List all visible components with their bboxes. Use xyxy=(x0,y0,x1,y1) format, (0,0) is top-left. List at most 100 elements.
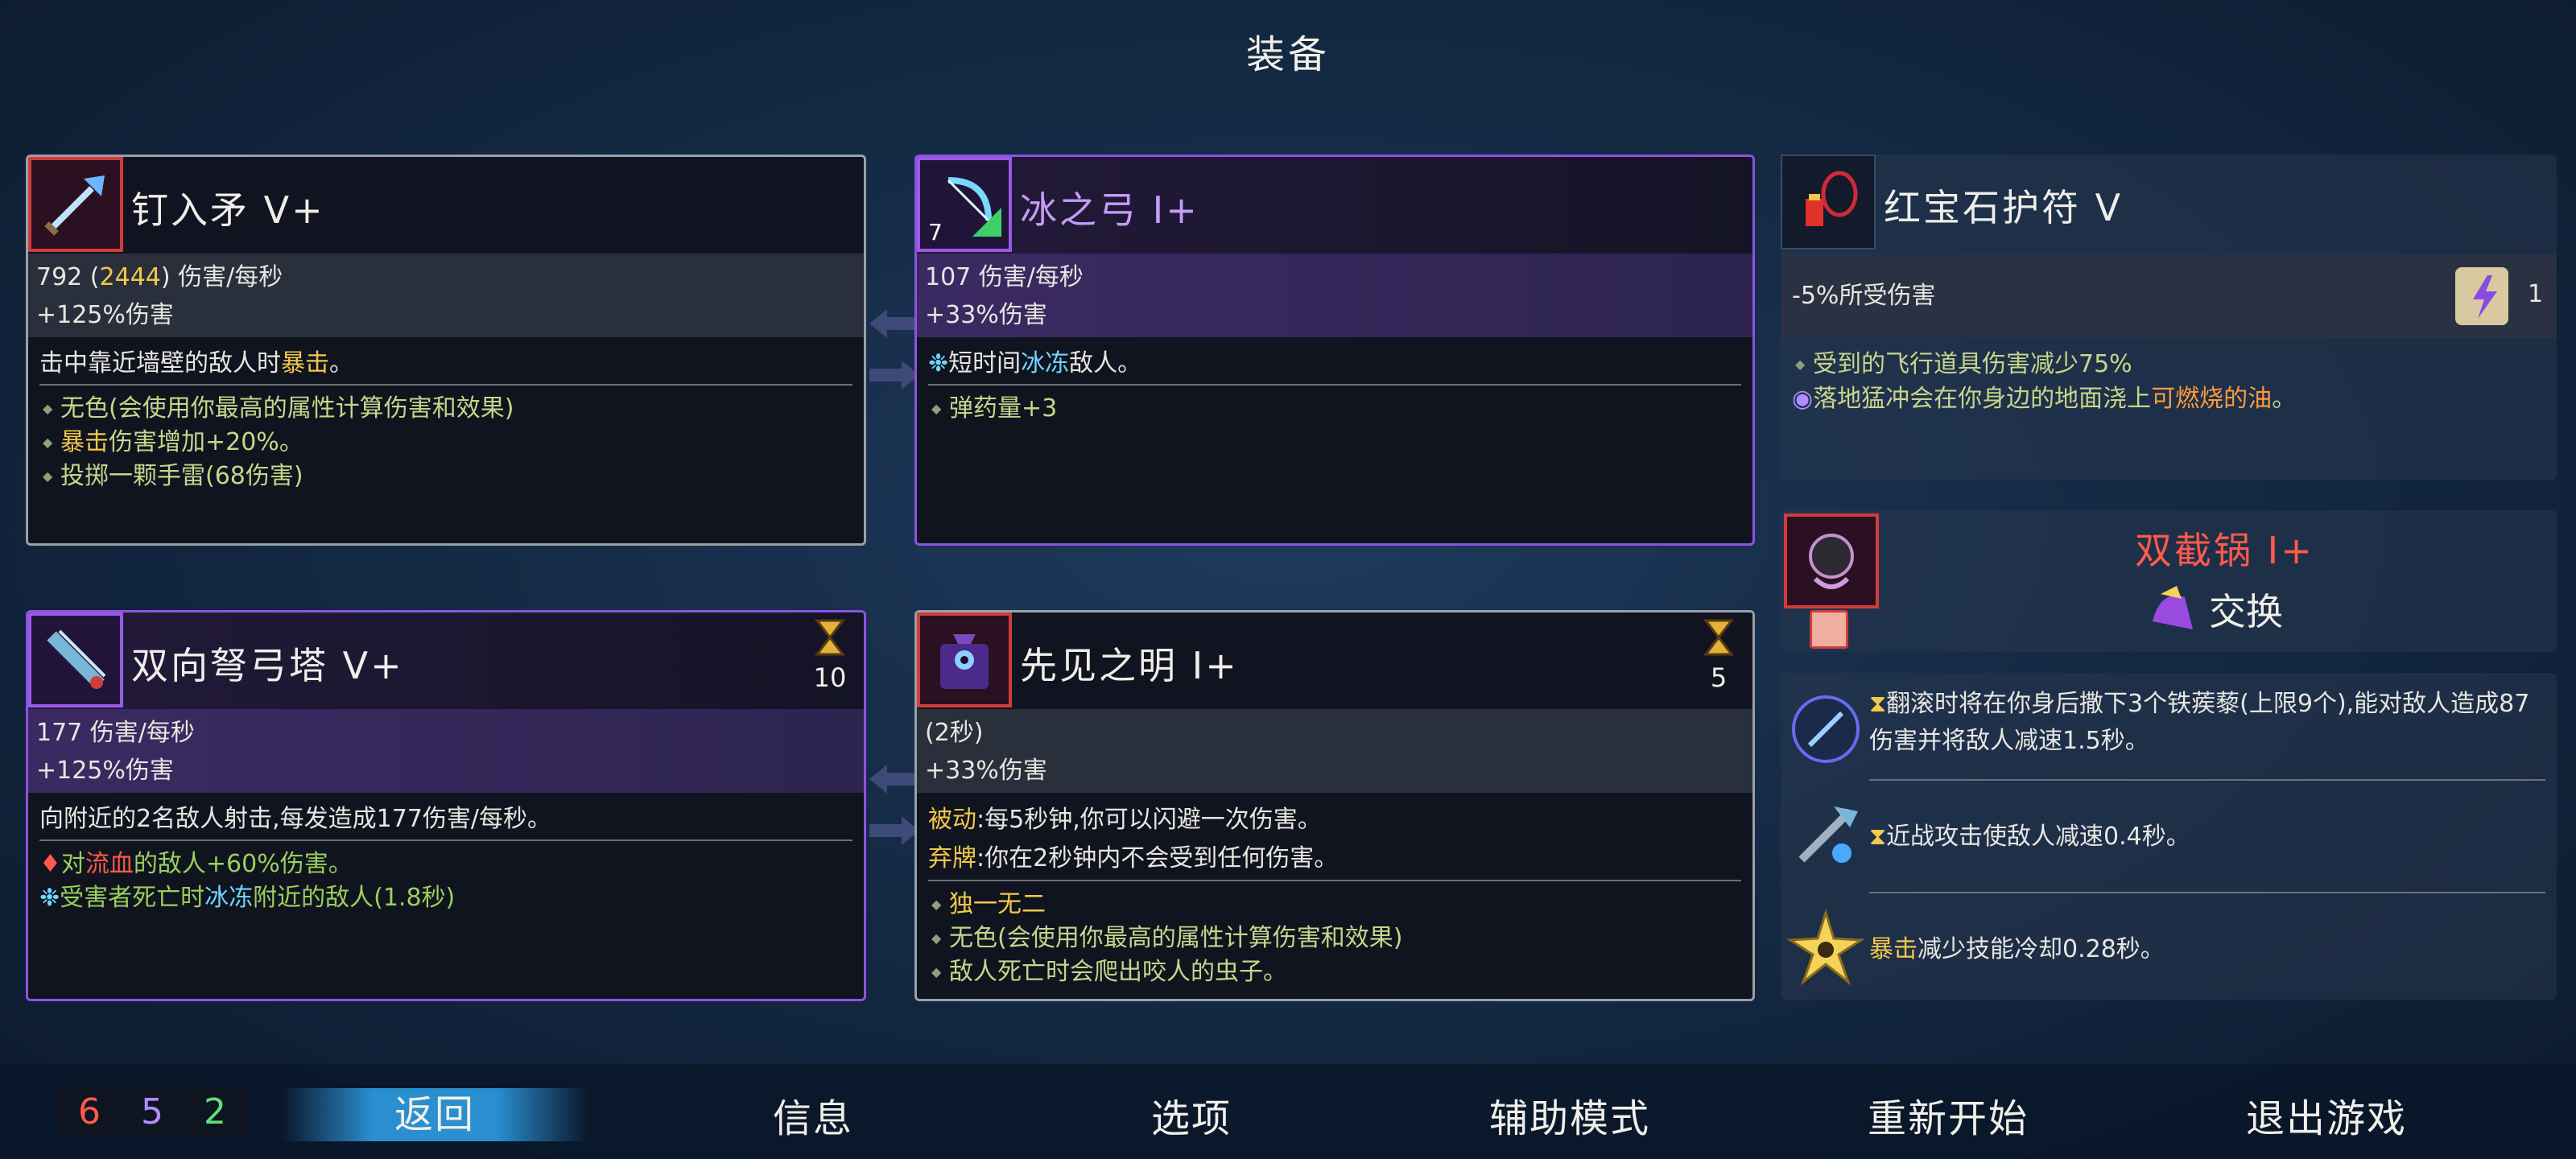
crit-keyword: 暴击 xyxy=(281,349,329,377)
discard-text: :你在2秒钟内不会受到任何伤害。 xyxy=(976,844,1339,872)
damage-bonus: +33%伤害 xyxy=(925,757,1047,785)
dps: 177 伤害/每秒 xyxy=(36,719,195,747)
freeze-keyword: 冰冻 xyxy=(1021,349,1070,377)
menu-restart[interactable]: 重新开始 xyxy=(1827,1087,2069,1143)
perk-frost-blade[interactable]: ⧗近战攻击使敌人减速0.4秒。 xyxy=(1781,787,2557,884)
spear-icon xyxy=(28,157,123,252)
menu-quit-game[interactable]: 退出游戏 xyxy=(2206,1087,2447,1143)
weapon-name: 钉入矛 V+ xyxy=(131,188,325,232)
divider xyxy=(39,839,852,841)
menu-options[interactable]: 选项 xyxy=(1071,1087,1312,1143)
swap-label: 交换 xyxy=(2209,590,2283,633)
menu-back[interactable]: 返回 xyxy=(282,1088,588,1141)
foresight-icon xyxy=(917,612,1012,707)
skill-stats: 177 伤害/每秒 +125%伤害 xyxy=(28,709,864,793)
swap-hand-icon xyxy=(2153,586,2193,629)
weapon-description: 击中靠近墙壁的敌人时暴击。 无色(会使用你最高的属性计算伤害和效果) 暴击伤害增… xyxy=(39,345,852,493)
crossbow-turret-icon xyxy=(28,612,123,707)
affix: 独一无二 xyxy=(928,888,1741,922)
skill-name: 双向弩弓塔 V+ xyxy=(131,644,404,687)
hourglass-icon xyxy=(1703,619,1735,656)
mutation-panel[interactable]: 双截锅 I+ 交换 xyxy=(1781,510,2557,652)
desc-text: 击中靠近墙壁的敌人时 xyxy=(39,349,281,377)
discard-label: 弃牌 xyxy=(928,844,976,872)
nunchaku-pan-icon xyxy=(1784,514,1879,608)
duration: (2秒) xyxy=(925,719,984,747)
menu-info[interactable]: 信息 xyxy=(692,1087,934,1143)
desc-text: 向附近的2名敌人射击,每发造成177伤害/每秒。 xyxy=(39,805,551,833)
cooldown-seconds: 5 xyxy=(1710,662,1728,693)
frost-blade-icon xyxy=(1798,806,1858,863)
affix-text: 受害者死亡时 xyxy=(60,884,205,912)
crit-keyword: 暴击 xyxy=(1869,935,1918,963)
caltrops-icon xyxy=(1792,695,1860,763)
menu-assist-mode[interactable]: 辅助模式 xyxy=(1449,1087,1690,1143)
skill-description: 向附近的2名敌人射击,每发造成177伤害/每秒。 ♦对流血的敌人+60%伤害。 … xyxy=(39,801,852,915)
dps: 107 伤害/每秒 xyxy=(925,263,1084,291)
divider xyxy=(1869,892,2545,893)
cooldown-seconds: 10 xyxy=(813,662,847,693)
perk-crit-burst[interactable]: 暴击减少技能冷却0.28秒。 xyxy=(1781,900,2557,996)
oil-icon: ◉ xyxy=(1792,385,1814,413)
desc-suffix: 敌人。 xyxy=(1069,349,1142,377)
dps-base: 792 xyxy=(36,263,83,291)
divider xyxy=(1869,779,2545,781)
weapon-name: 冰之弓 I+ xyxy=(1020,188,1199,232)
divider xyxy=(928,384,1741,386)
ruby-amulet-icon xyxy=(1781,155,1876,250)
page-title: 装备 xyxy=(1245,32,1330,77)
brutality-count: 6 xyxy=(78,1091,101,1132)
crit-burst-icon xyxy=(1786,908,1865,986)
affix-text: 。 xyxy=(2272,385,2297,413)
tactics-count: 5 xyxy=(141,1091,163,1132)
ice-bow-icon: 7 xyxy=(917,157,1012,252)
desc-suffix: 。 xyxy=(329,349,353,377)
card-header: 7 冰之弓 I+ xyxy=(917,157,1752,254)
skill-name: 先见之明 I+ xyxy=(1020,644,1239,687)
divider xyxy=(928,880,1741,881)
damage-bonus: +125%伤害 xyxy=(36,757,174,785)
amulet-affixes: 受到的飞行道具伤害减少75% ◉落地猛冲会在你身边的地面浇上可燃烧的油。 xyxy=(1792,348,2545,417)
cooldown: 5 xyxy=(1696,617,1741,693)
affix: ◉落地猛冲会在你身边的地面浇上可燃烧的油。 xyxy=(1792,382,2545,417)
freeze-keyword: 冰冻 xyxy=(204,884,254,912)
amulet-name: 红宝石护符 V xyxy=(1884,186,2124,229)
perks-panel: ⧗翻滚时将在你身后撒下3个铁蒺藜(上限9个),能对敌人造成87伤害并将敌人减速1… xyxy=(1781,673,2557,1000)
bleed-icon: ♦ xyxy=(39,850,61,878)
weapon-stats: 792 (2444) 伤害/每秒 +125%伤害 xyxy=(28,254,864,337)
weapon-card-ice-bow[interactable]: 7 冰之弓 I+ 107 伤害/每秒 +33%伤害 ❉短时间冰冻敌人。 弹药量+… xyxy=(914,155,1755,546)
snowflake-icon: ❉ xyxy=(928,349,949,377)
affix: ♦对流血的敌人+60%伤害。 xyxy=(39,848,852,881)
mutation-name: 双截锅 I+ xyxy=(2135,529,2314,572)
skill-card-crossbow-turret[interactable]: 双向弩弓塔 V+ 10 177 伤害/每秒 +125%伤害 向附近的2名敌人射击… xyxy=(26,610,866,1001)
affix: ❉受害者死亡时冰冻附近的敌人(1.8秒) xyxy=(39,881,852,915)
card-header: 钉入矛 V+ xyxy=(28,157,864,254)
perk-text: 近战攻击使敌人减速0.4秒。 xyxy=(1886,823,2190,851)
hourglass-icon: ⧗ xyxy=(1869,690,1887,718)
weapon-card-spear[interactable]: 钉入矛 V+ 792 (2444) 伤害/每秒 +125%伤害 击中靠近墙壁的敌… xyxy=(26,155,866,546)
crit-keyword: 暴击 xyxy=(60,428,109,456)
skill-card-foresight[interactable]: 先见之明 I+ 5 (2秒) +33%伤害 被动:每5秒钟,你可以闪避一次伤害。… xyxy=(914,610,1755,1001)
affix: 无色(会使用你最高的属性计算伤害和效果) xyxy=(928,922,1741,955)
skill-stats: (2秒) +33%伤害 xyxy=(917,709,1752,793)
affix-text: 附近的敌人(1.8秒) xyxy=(253,884,456,912)
swap-button[interactable]: 交换 xyxy=(2145,581,2283,637)
amulet-panel[interactable]: 红宝石护符 V -5%所受伤害 1 受到的飞行道具伤害减少75% ◉落地猛冲会在… xyxy=(1781,155,2557,480)
scroll-count: 1 xyxy=(2528,280,2544,308)
oil-keyword: 可燃烧的油 xyxy=(2151,385,2273,413)
affix: 受到的飞行道具伤害减少75% xyxy=(1792,348,2545,382)
perk-caltrops[interactable]: ⧗翻滚时将在你身后撒下3个铁蒺藜(上限9个),能对敌人造成87伤害并将敌人减速1… xyxy=(1781,681,2557,777)
scroll-counter: 6 5 2 xyxy=(58,1087,246,1136)
dps-unit: 伤害/每秒 xyxy=(178,263,283,291)
passive-text: :每5秒钟,你可以闪避一次伤害。 xyxy=(976,806,1322,834)
affix: 投掷一颗手雷(68伤害) xyxy=(39,460,852,493)
weapon-stats: 107 伤害/每秒 +33%伤害 xyxy=(917,254,1752,337)
divider xyxy=(39,384,852,386)
affix-text: 对 xyxy=(60,850,85,878)
cooldown: 10 xyxy=(807,617,852,693)
hourglass-icon: ⧗ xyxy=(1869,823,1887,851)
card-header: 双向弩弓塔 V+ 10 xyxy=(28,612,864,709)
dps-bonus: 2444 xyxy=(99,263,161,291)
affix: 敌人死亡时会爬出咬人的虫子。 xyxy=(928,955,1741,989)
bleed-keyword: 流血 xyxy=(85,850,134,878)
